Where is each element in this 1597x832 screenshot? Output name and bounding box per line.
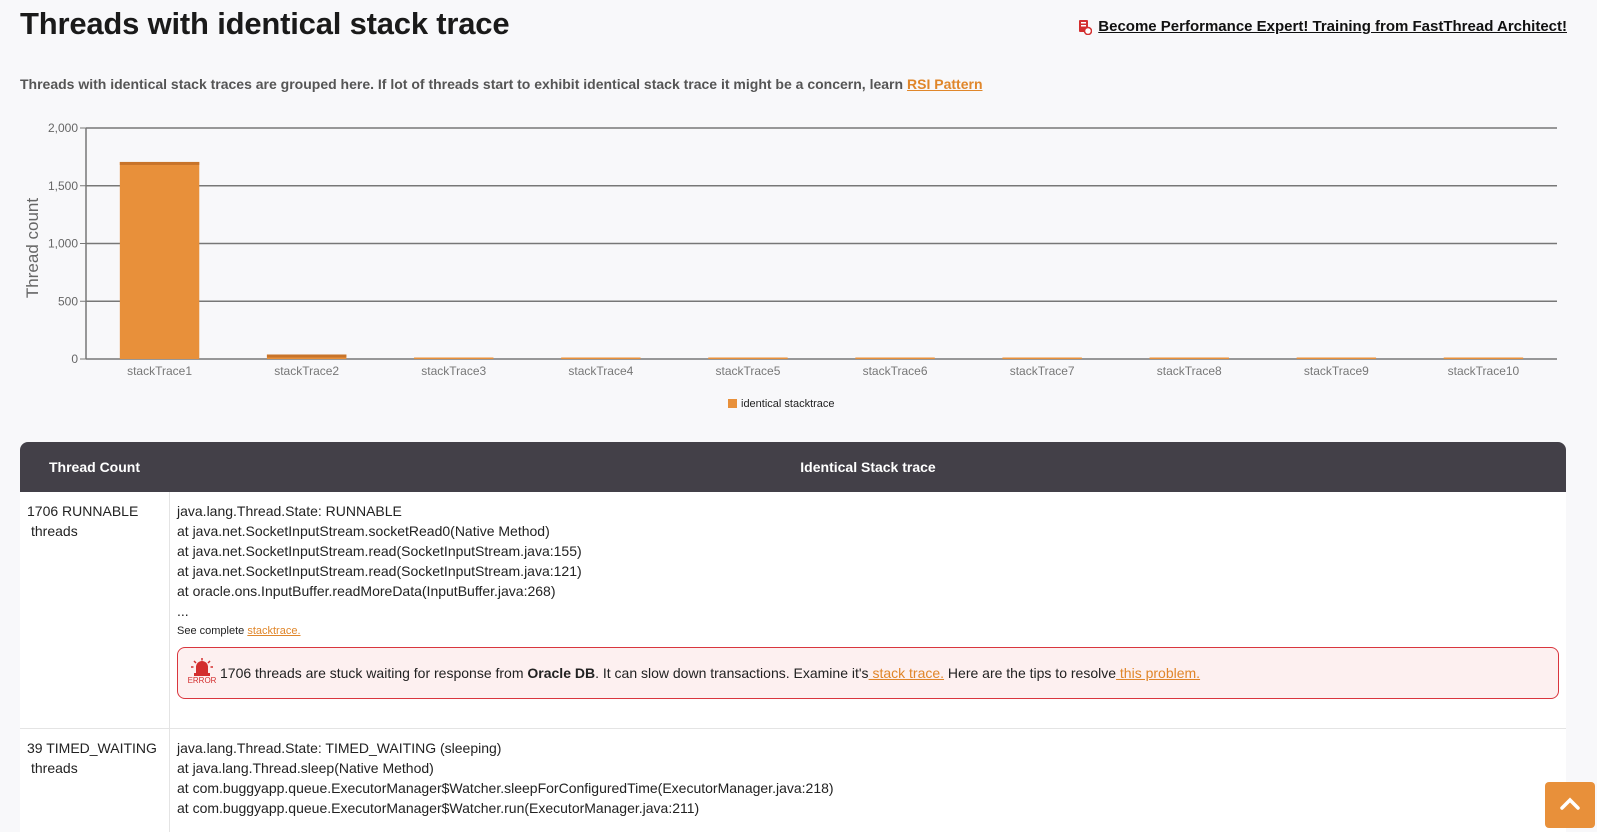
thread-count-cell: 1706 RUNNABLE threads [20, 492, 170, 728]
stack-line: at oracle.ons.InputBuffer.readMoreData(I… [177, 583, 556, 599]
alert-text: Here are the tips to resolve [944, 665, 1117, 681]
legend-swatch [728, 399, 737, 408]
complete-stacktrace-link[interactable]: stacktrace. [247, 625, 300, 637]
alert-db-name: Oracle DB [527, 665, 596, 681]
alarm-siren-icon: ERROR [188, 658, 216, 688]
header-identical-stack-trace: Identical Stack trace [800, 459, 936, 475]
stack-line: java.lang.Thread.State: TIMED_WAITING (s… [177, 740, 502, 756]
stack-line: at com.buggyapp.queue.ExecutorManager$Wa… [177, 800, 700, 816]
stack-line: at java.lang.Thread.sleep(Native Method) [177, 760, 434, 776]
x-tick-label: stackTrace1 [127, 364, 192, 378]
thread-count-value: 1706 RUNNABLE [27, 503, 139, 519]
thread-count-value: 39 TIMED_WAITING [27, 740, 157, 756]
x-axis-ticks: stackTrace1 stackTrace2 stackTrace3 stackTr… [127, 364, 1519, 378]
bar [855, 357, 935, 359]
table-header: Thread Count Identical Stack trace [20, 442, 1566, 492]
x-tick-label: stackTrace9 [1304, 364, 1369, 378]
bar [561, 357, 641, 359]
x-tick-label: stackTrace5 [715, 364, 780, 378]
y-tick-label: 0 [71, 352, 78, 366]
thread-count-unit: threads [31, 760, 78, 776]
y-tick-label: 2,000 [48, 121, 78, 135]
chart-grid [80, 127, 1557, 360]
bar-top-edge [119, 161, 200, 165]
x-tick-label: stackTrace7 [1010, 364, 1075, 378]
see-complete-text: See complete stacktrace. [177, 623, 1559, 639]
bar [1296, 357, 1377, 359]
stack-line: at com.buggyapp.queue.ExecutorManager$Wa… [177, 780, 834, 796]
x-tick-label: stackTrace2 [274, 364, 339, 378]
x-tick-label: stackTrace10 [1448, 364, 1520, 378]
stack-line: at java.net.SocketInputStream.read(Socke… [177, 563, 582, 579]
rsi-pattern-link[interactable]: RSI Pattern [907, 76, 982, 92]
x-tick-label: stackTrace3 [421, 364, 486, 378]
scroll-to-top-button[interactable] [1545, 782, 1595, 828]
intro-text: Threads with identical stack traces are … [20, 76, 983, 92]
x-tick-label: stackTrace8 [1157, 364, 1222, 378]
alert-stacktrace-link[interactable]: stack trace. [869, 665, 944, 681]
stack-line: at java.net.SocketInputStream.socketRead… [177, 523, 550, 539]
legend-label: identical stacktrace [741, 398, 835, 410]
see-complete-prefix: See complete [177, 625, 245, 637]
alert-tips-link[interactable]: this problem. [1116, 665, 1200, 681]
training-link[interactable]: Become Performance Expert! Training from… [1098, 18, 1567, 35]
y-tick-label: 1,500 [48, 179, 78, 193]
table-row: 39 TIMED_WAITING threads java.lang.Threa… [20, 729, 1566, 832]
y-axis-ticks: 0 500 1,000 1,500 2,000 [48, 121, 78, 366]
y-tick-label: 500 [58, 294, 78, 308]
alert-text: . It can slow down transactions. Examine… [595, 665, 869, 681]
bar [1002, 357, 1082, 359]
stack-trace-cell: java.lang.Thread.State: RUNNABLE at java… [170, 492, 1566, 728]
x-tick-label: stackTrace4 [568, 364, 633, 378]
stack-line: java.lang.Thread.State: RUNNABLE [177, 503, 402, 519]
stack-line-ellipsis: ... [177, 603, 189, 619]
chart-bars [119, 161, 1524, 359]
page-title: Threads with identical stack trace [20, 6, 510, 41]
bar [119, 161, 200, 359]
bar [414, 357, 494, 359]
chevron-up-icon [1560, 796, 1580, 815]
alert-text: 1706 threads are stuck waiting for respo… [220, 665, 524, 681]
table-row: 1706 RUNNABLE threads java.lang.Thread.S… [20, 492, 1566, 729]
thread-count-unit: threads [31, 523, 78, 539]
stack-line: at java.net.SocketInputStream.read(Socke… [177, 543, 582, 559]
stacktrace-table: Thread Count Identical Stack trace 1706 … [20, 442, 1566, 832]
bar [1443, 357, 1524, 359]
y-axis-label: Thread count [23, 198, 42, 298]
identical-stacktrace-chart: 05001,0001,5002,000 stackTrace1 stackTrac… [23, 121, 1557, 410]
y-tick-label: 1,000 [48, 237, 78, 251]
bar-top-edge [266, 354, 347, 358]
error-alert: ERROR 1706 threads are stuck waiting for… [177, 647, 1559, 699]
stack-trace-cell: java.lang.Thread.State: TIMED_WAITING (s… [170, 729, 1566, 832]
header-thread-count: Thread Count [49, 459, 140, 475]
chart-legend: identical stacktrace [728, 398, 835, 410]
alert-message: 1706 threads are stuck waiting for respo… [220, 663, 1200, 683]
bar [1149, 357, 1229, 359]
error-label: ERROR [187, 676, 217, 685]
thread-count-cell: 39 TIMED_WAITING threads [20, 729, 170, 832]
training-badge-icon [1078, 19, 1093, 35]
bar [708, 357, 788, 359]
promo-banner[interactable]: Become Performance Expert! Training from… [1078, 18, 1567, 35]
x-tick-label: stackTrace6 [863, 364, 928, 378]
intro-description: Threads with identical stack traces are … [20, 76, 904, 92]
